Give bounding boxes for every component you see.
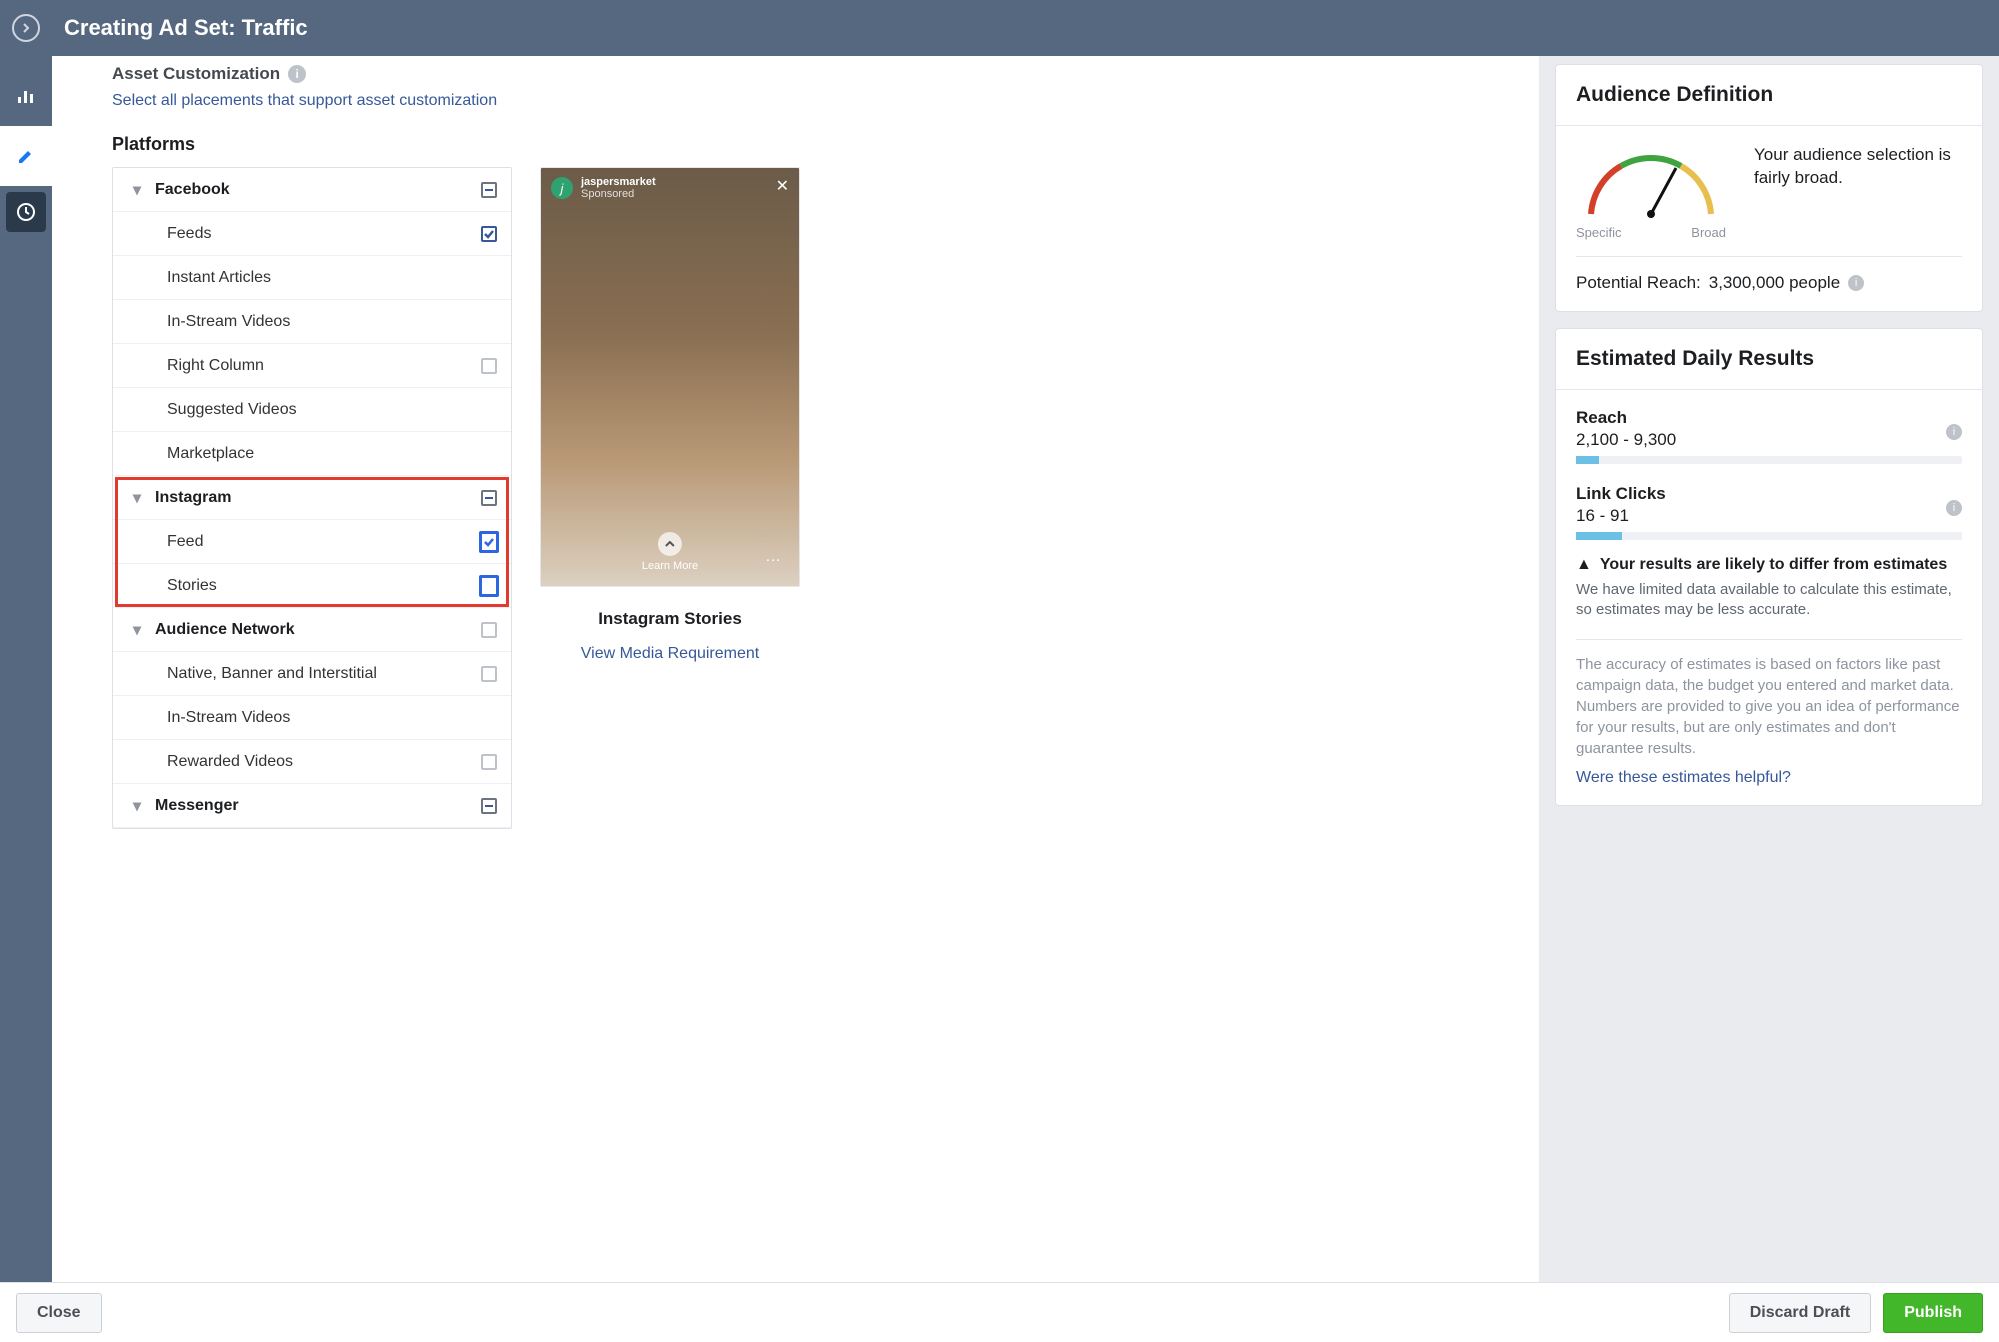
placement-label: In-Stream Videos	[125, 709, 479, 727]
chevron-down-icon[interactable]: ▾	[125, 620, 149, 640]
nav-item-insights[interactable]	[0, 66, 52, 126]
checkbox[interactable]	[481, 622, 497, 638]
pencil-icon	[16, 146, 36, 166]
potential-reach-value: 3,300,000 people	[1709, 273, 1840, 293]
footer-bar: Close Discard Draft Publish	[0, 1282, 1999, 1342]
checkbox[interactable]	[481, 226, 497, 242]
placement-label: Feed	[125, 533, 479, 551]
placement-label: Right Column	[125, 357, 479, 375]
phone-preview: j jaspersmarket Sponsored ✕ Learn More …	[540, 167, 800, 587]
reach-value: 2,100 - 9,300	[1576, 430, 1946, 450]
checkbox[interactable]	[481, 754, 497, 770]
placement-label: Stories	[125, 577, 479, 595]
estimates-helpful-link[interactable]: Were these estimates helpful?	[1576, 769, 1962, 787]
sponsored-label: Sponsored	[581, 188, 656, 200]
discard-draft-button[interactable]: Discard Draft	[1729, 1293, 1871, 1333]
platform-audience-network[interactable]: ▾ Audience Network	[113, 608, 511, 652]
clicks-value: 16 - 91	[1576, 506, 1946, 526]
placement-in-stream-videos[interactable]: In-Stream Videos	[113, 300, 511, 344]
asset-customization-title: Asset Customization	[112, 64, 280, 84]
platform-label: Facebook	[149, 181, 479, 199]
placement-in-stream-videos[interactable]: In-Stream Videos	[113, 696, 511, 740]
gauge-specific-label: Specific	[1576, 225, 1622, 240]
reach-label: Reach	[1576, 408, 1946, 428]
checkbox[interactable]	[481, 490, 497, 506]
brand-avatar: j	[551, 177, 573, 199]
close-icon[interactable]: ✕	[776, 176, 789, 196]
audience-card: Audience Definition S	[1555, 64, 1983, 312]
nav-item-history[interactable]	[6, 192, 46, 232]
platform-instagram[interactable]: ▾ Instagram	[113, 476, 511, 520]
checkbox[interactable]	[481, 358, 497, 374]
platform-messenger[interactable]: ▾ Messenger	[113, 784, 511, 828]
info-icon[interactable]: i	[1946, 424, 1962, 440]
placement-label: In-Stream Videos	[125, 313, 479, 331]
info-icon[interactable]: i	[1946, 500, 1962, 516]
gauge-broad-label: Broad	[1691, 225, 1726, 240]
checkbox[interactable]	[479, 575, 499, 597]
topbar: Creating Ad Set: Traffic	[0, 0, 1999, 56]
info-icon[interactable]: i	[288, 65, 306, 83]
preview-panel: j jaspersmarket Sponsored ✕ Learn More …	[540, 167, 800, 829]
checkbox[interactable]	[481, 798, 497, 814]
warning-icon: ▲	[1576, 556, 1592, 574]
info-icon[interactable]: i	[1848, 275, 1864, 291]
close-button[interactable]: Close	[16, 1293, 102, 1333]
placement-feeds[interactable]: Feeds	[113, 212, 511, 256]
gauge-icon	[1576, 144, 1726, 224]
platform-label: Audience Network	[149, 621, 479, 639]
page-title: Creating Ad Set: Traffic	[64, 15, 308, 41]
chevron-down-icon[interactable]: ▾	[125, 796, 149, 816]
expand-icon[interactable]	[12, 14, 40, 42]
more-icon[interactable]: …	[765, 548, 783, 566]
placement-label: Feeds	[125, 225, 479, 243]
left-nav	[0, 56, 52, 1282]
brand-name: jaspersmarket	[581, 176, 656, 188]
checkbox[interactable]	[479, 531, 499, 553]
checkbox[interactable]	[481, 182, 497, 198]
placement-label: Instant Articles	[125, 269, 479, 287]
results-footnote: The accuracy of estimates is based on fa…	[1576, 639, 1962, 759]
checkbox[interactable]	[481, 666, 497, 682]
placement-instant-articles[interactable]: Instant Articles	[113, 256, 511, 300]
clicks-label: Link Clicks	[1576, 484, 1946, 504]
placement-stories[interactable]: Stories	[113, 564, 511, 608]
placement-feed[interactable]: Feed	[113, 520, 511, 564]
nav-item-edit[interactable]	[0, 126, 52, 186]
preview-title: Instagram Stories	[598, 609, 742, 629]
results-card: Estimated Daily Results Reach 2,100 - 9,…	[1555, 328, 1983, 806]
audience-summary: Your audience selection is fairly broad.	[1754, 144, 1962, 190]
platforms-heading: Platforms	[112, 134, 1515, 155]
select-all-placements-link[interactable]: Select all placements that support asset…	[112, 92, 1515, 110]
view-media-requirement-link[interactable]: View Media Requirement	[581, 645, 759, 663]
learn-more-label[interactable]: Learn More	[642, 560, 698, 572]
warn-title: Your results are likely to differ from e…	[1600, 556, 1947, 574]
publish-button[interactable]: Publish	[1883, 1293, 1983, 1333]
platform-label: Instagram	[149, 489, 479, 507]
placement-label: Marketplace	[125, 445, 479, 463]
audience-title: Audience Definition	[1556, 65, 1982, 126]
placement-right-column[interactable]: Right Column	[113, 344, 511, 388]
platform-facebook[interactable]: ▾ Facebook	[113, 168, 511, 212]
placement-marketplace[interactable]: Marketplace	[113, 432, 511, 476]
placement-label: Native, Banner and Interstitial	[125, 665, 479, 683]
platform-label: Messenger	[149, 797, 479, 815]
placement-label: Suggested Videos	[125, 401, 479, 419]
clicks-bar	[1576, 532, 1962, 540]
warn-body: We have limited data available to calcul…	[1576, 580, 1962, 621]
placement-suggested-videos[interactable]: Suggested Videos	[113, 388, 511, 432]
chevron-down-icon[interactable]: ▾	[125, 488, 149, 508]
chevron-up-icon[interactable]	[658, 532, 682, 556]
placement-rewarded-videos[interactable]: Rewarded Videos	[113, 740, 511, 784]
potential-reach-label: Potential Reach:	[1576, 273, 1701, 293]
results-title: Estimated Daily Results	[1556, 329, 1982, 390]
chevron-down-icon[interactable]: ▾	[125, 180, 149, 200]
clock-icon	[15, 201, 37, 223]
placement-native-banner-and-interstitial[interactable]: Native, Banner and Interstitial	[113, 652, 511, 696]
bar-chart-icon	[15, 85, 37, 107]
placement-label: Rewarded Videos	[125, 753, 479, 771]
placements-list: ▾ Facebook Feeds Instant Articles In-Str…	[112, 167, 512, 829]
reach-bar	[1576, 456, 1962, 464]
placements-panel: Asset Customization i Select all placeme…	[52, 56, 1539, 1282]
